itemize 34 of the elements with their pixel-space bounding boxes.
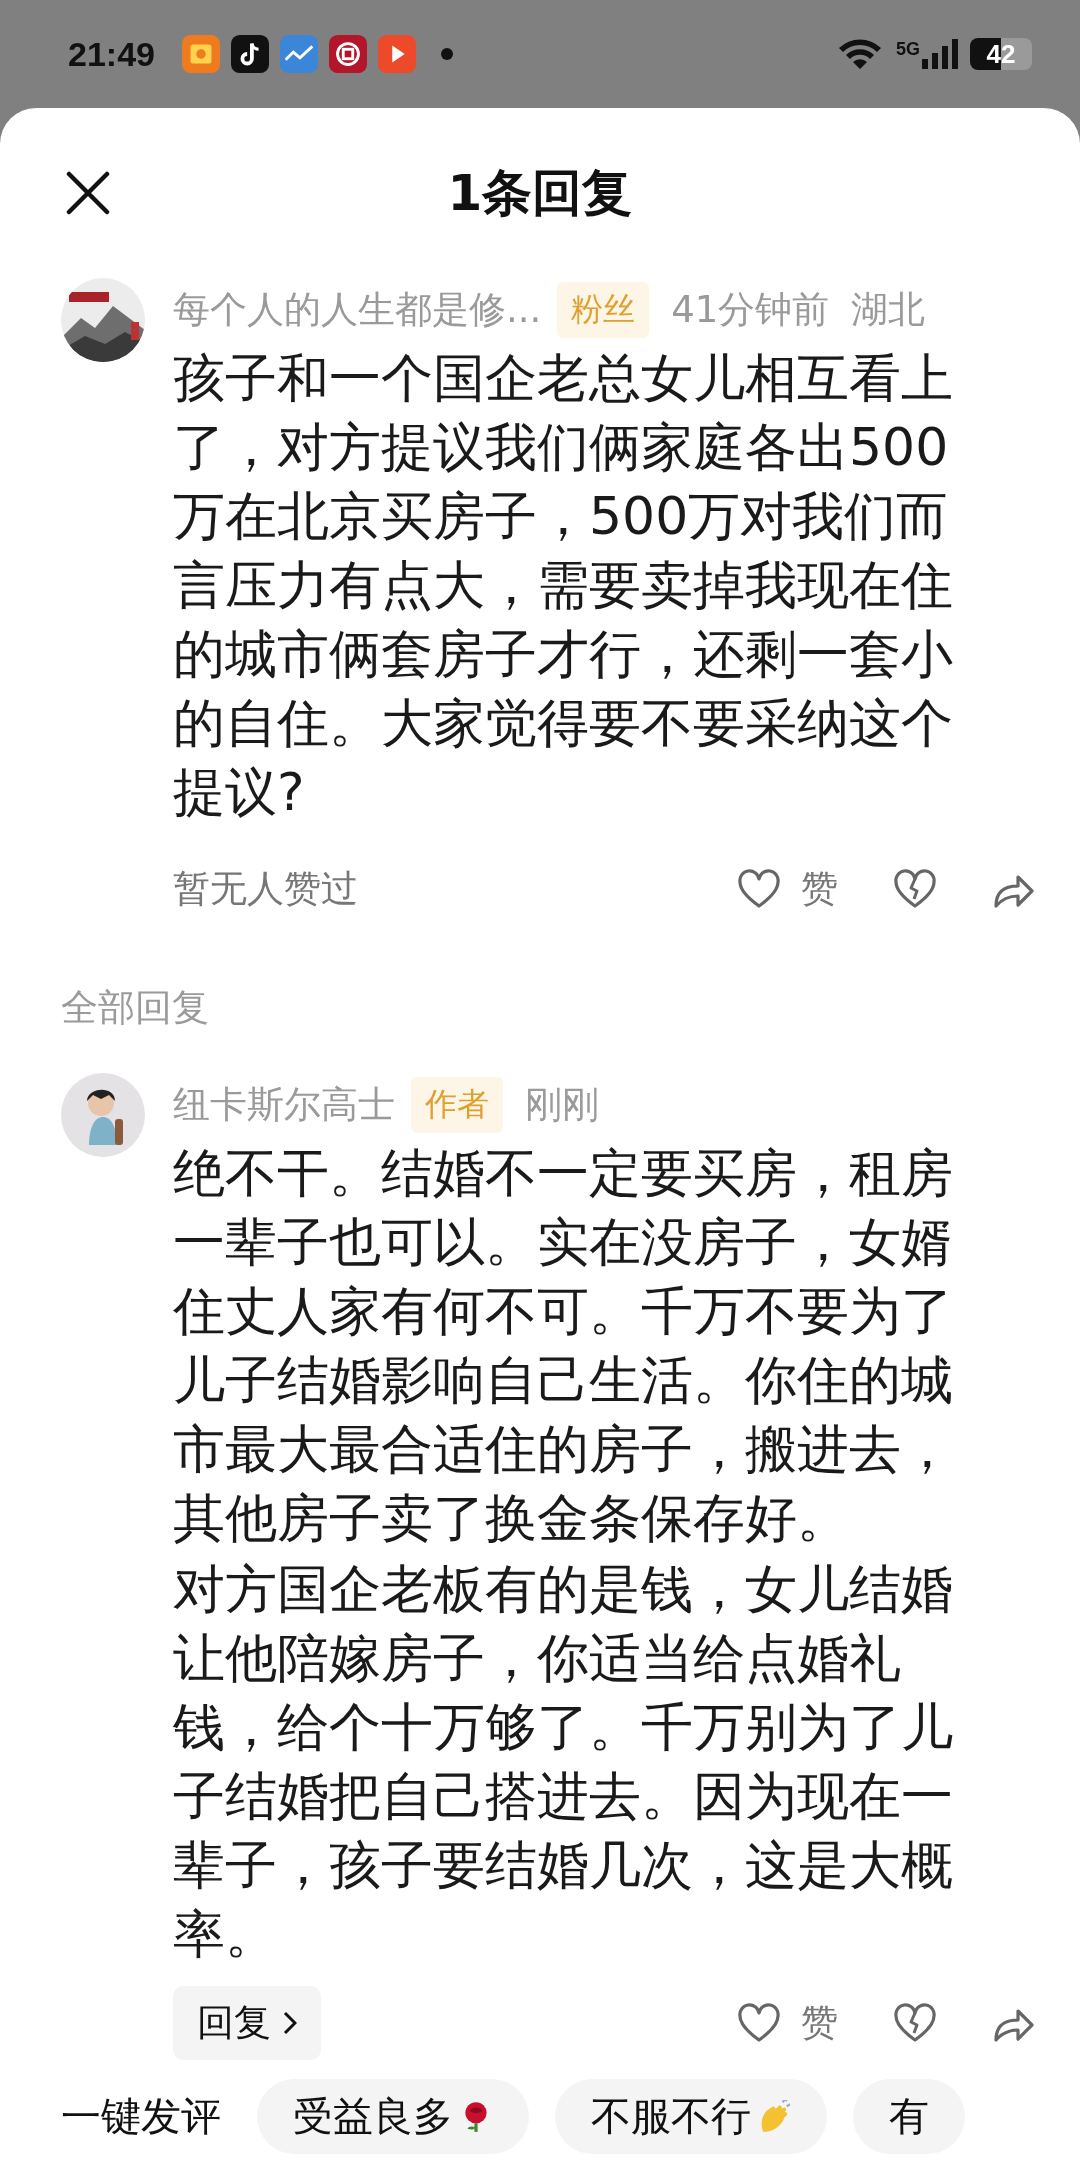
play-app-icon [377,35,416,73]
chevron-icon [283,2011,297,2035]
heart-icon [737,2002,781,2044]
network-label: 5G [896,39,920,60]
reply-paragraph: 绝不干。结婚不一定要买房，租房一辈子也可以。实在没房子，女婿住丈人家有何不可。千万不要为了儿子结婚影响自己生活。你住的城市最大最合适住的房子，搬进去，其他房子卖了换金条保存好。 [173,1142,954,1550]
section-title: 全部回复 [60,985,210,1031]
comment-text: 孩子和一个国企老总女儿相互看上了，对方提议我们俩家庭各出500万在北京买房子，500万对我们而言压力有点大，需要卖掉我现在住的城市俩套房子才行，还剩一套小的自住。大家觉得要不要采纳这个提议? [173,347,954,824]
reply-paragraph: 对方国企老板有的是钱，女儿结婚让他陪嫁房子，你适当给点婚礼钱，给个十万够了。千万别为了儿子结婚把自己搭进去。因为现在一辈子，孩子要结婚几次，这是大概率。 [173,1558,954,1966]
user-badge: 作者 [411,1077,503,1133]
comment-time: 刚刚 [525,1082,599,1128]
like-button[interactable]: 赞 [737,1998,838,2048]
comment-location: 湖北 [851,287,926,333]
heart-icon [737,868,781,910]
chart-app-icon [279,35,318,73]
coin-app-icon [328,35,367,73]
reply-button[interactable]: 回复 [173,1986,321,2060]
music-note-app-icon [230,35,269,73]
likes-summary: 暂无人赞过 [173,866,358,912]
broken-heart-icon[interactable] [893,2002,937,2044]
quick-comment-chip[interactable]: 不服不行 [555,2079,827,2154]
like-button[interactable]: 赞 [737,864,838,914]
quick-comment-chip[interactable]: 受益良多 [257,2079,529,2154]
sheet-title: 1条回复 [447,162,633,224]
battery-level: 42 [986,38,1016,70]
broken-heart-icon[interactable] [893,868,937,910]
comment-time: 41分钟前 [671,287,830,333]
signal-icon [922,39,958,69]
close-icon[interactable] [66,171,110,215]
quick-comment-chip[interactable]: 有 [853,2079,965,2154]
status-time: 21:49 [68,34,155,74]
user-badge: 粉丝 [557,282,650,338]
avatar-icon [61,1073,145,1157]
dot-icon [440,48,453,60]
quick-comment-label: 一键发评 [61,2092,221,2141]
